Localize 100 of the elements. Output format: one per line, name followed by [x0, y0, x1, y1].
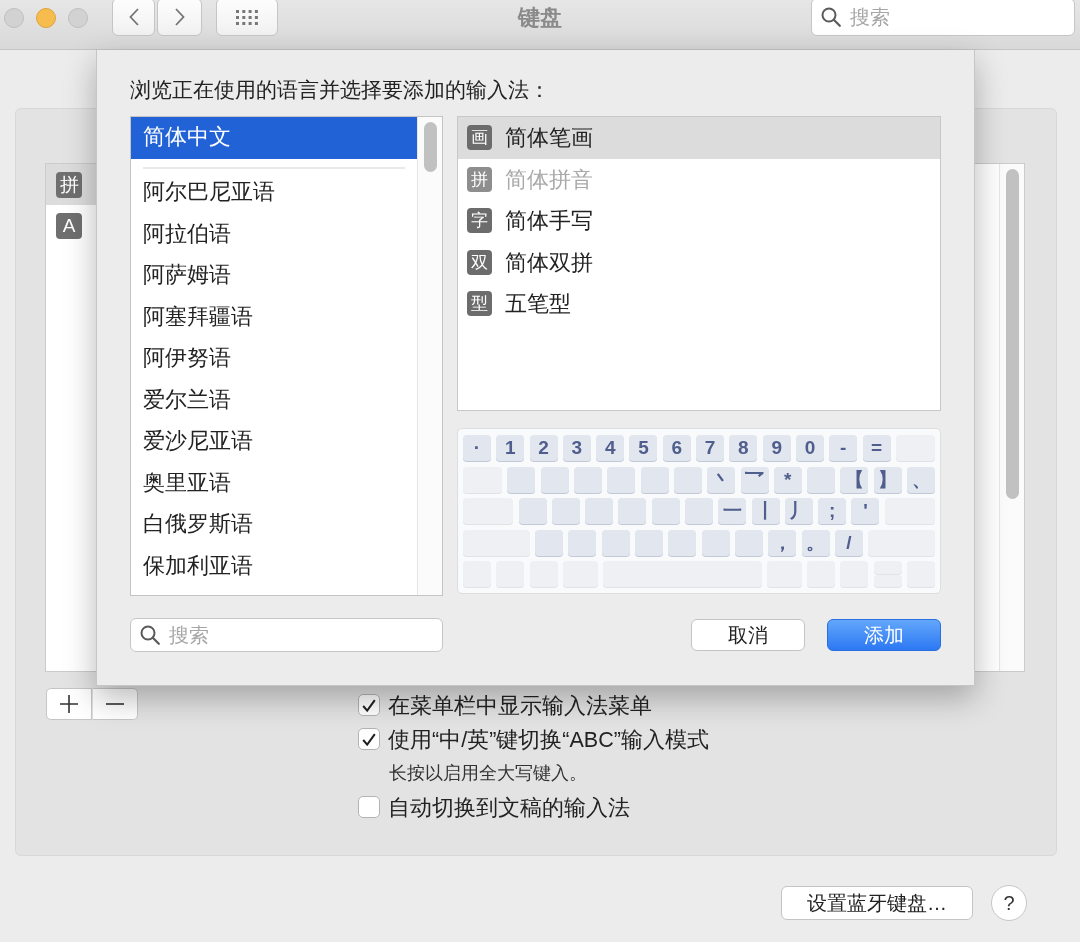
keyboard-key: [907, 561, 935, 587]
keyboard-key: [868, 529, 935, 556]
keyboard-key: 【: [840, 466, 869, 493]
keyboard-key: [668, 529, 697, 556]
chevron-right-icon: [174, 8, 185, 26]
checkmark-icon: [362, 698, 376, 712]
keyboard-key: [640, 466, 669, 493]
language-item[interactable]: 白俄罗斯语: [131, 504, 417, 546]
keyboard-key: [873, 561, 902, 574]
keyboard-key: 一: [718, 498, 747, 524]
minus-icon: [106, 703, 124, 705]
keyboard-key: [585, 498, 614, 524]
language-item[interactable]: 阿拉伯语: [131, 213, 417, 255]
language-item[interactable]: 简体中文: [131, 117, 417, 159]
keyboard-key: [673, 466, 702, 493]
keyboard-key: -: [829, 435, 858, 461]
keyboard-key: [568, 529, 597, 556]
help-button[interactable]: ?: [991, 885, 1027, 921]
keyboard-key: [551, 498, 580, 524]
scrollbar-thumb[interactable]: [1005, 169, 1019, 499]
input-method-item[interactable]: 画 简体笔画: [458, 117, 940, 159]
show-all-button[interactable]: [216, 0, 278, 36]
keyboard-key: 1: [496, 435, 525, 461]
search-field[interactable]: 搜索: [130, 618, 443, 652]
checkbox[interactable]: [358, 796, 380, 818]
keyboard-key: 】: [873, 466, 902, 493]
keyboard-key: 9: [762, 435, 791, 461]
keyboard-key: [463, 529, 530, 556]
keyboard-key: [807, 561, 836, 587]
language-item[interactable]: 阿伊努语: [131, 338, 417, 380]
forward-button[interactable]: [157, 0, 202, 36]
keyboard-key: 5: [629, 435, 658, 461]
keyboard-key: 8: [729, 435, 758, 461]
scrollbar-thumb[interactable]: [423, 122, 437, 172]
keyboard-key: 7: [696, 435, 725, 461]
input-method-badge: 型: [467, 291, 492, 317]
keyboard-key: /: [834, 529, 863, 556]
keyboard-key: [496, 561, 525, 587]
keyboard-key: [766, 561, 802, 587]
input-method-badge: 拼: [467, 166, 492, 192]
keyboard-key: [635, 529, 664, 556]
keyboard-key: 3: [562, 435, 591, 461]
chevron-left-icon: [128, 8, 139, 26]
keyboard-key: [607, 466, 636, 493]
keyboard-key: 丶: [707, 466, 736, 493]
keyboard-key: [540, 466, 569, 493]
close-button[interactable]: [4, 8, 24, 28]
keyboard-key: 4: [596, 435, 625, 461]
keyboard-key: [562, 561, 598, 587]
keyboard-key: [884, 498, 935, 524]
input-source-badge: 拼: [56, 171, 82, 198]
input-source-item[interactable]: A: [46, 205, 130, 246]
input-method-badge: 双: [467, 249, 492, 275]
input-method-item[interactable]: 型 五笔型: [458, 283, 940, 325]
zoom-button[interactable]: [68, 8, 88, 28]
keyboard-key: 丨: [751, 498, 780, 524]
keyboard-key: [601, 529, 630, 556]
search-icon: [821, 7, 841, 27]
back-button[interactable]: [112, 0, 155, 36]
input-method-badge: 字: [467, 208, 492, 234]
keyboard-key: [535, 529, 564, 556]
keyboard-key: ·: [463, 435, 491, 461]
language-item[interactable]: 保加利亚语: [131, 545, 417, 587]
checkbox-label[interactable]: 在菜单栏中显示输入法菜单: [388, 690, 652, 720]
language-item[interactable]: 阿萨姆语: [131, 255, 417, 297]
remove-source-button[interactable]: [92, 688, 138, 720]
plus-icon: [60, 695, 78, 713]
language-item[interactable]: 阿尔巴尼亚语: [131, 172, 417, 214]
language-item[interactable]: 阿塞拜疆语: [131, 296, 417, 338]
keyboard-key: 、: [907, 466, 935, 493]
instruction-text: 浏览正在使用的语言并选择要添加的输入法：: [130, 78, 551, 102]
add-source-button[interactable]: [46, 688, 92, 720]
language-item[interactable]: 爱沙尼亚语: [131, 421, 417, 463]
search-field[interactable]: 搜索: [811, 0, 1075, 36]
minimize-button[interactable]: [36, 8, 56, 28]
keyboard-key: [895, 435, 935, 461]
keyboard-key: [734, 529, 763, 556]
keyboard-key: =: [862, 435, 891, 461]
checkbox[interactable]: [358, 694, 380, 716]
keyboard-key: [463, 498, 514, 524]
checkbox-label[interactable]: 使用“中/英”键切换“ABC”输入模式: [388, 724, 709, 754]
bluetooth-keyboard-button[interactable]: 设置蓝牙键盘…: [781, 886, 973, 920]
keyboard-key: [651, 498, 680, 524]
keyboard-key: [463, 466, 503, 493]
input-source-badge: A: [56, 212, 82, 239]
keyboard-key: 。: [801, 529, 830, 556]
keyboard-key: [574, 466, 603, 493]
checkbox-label[interactable]: 自动切换到文稿的输入法: [388, 792, 630, 822]
language-item[interactable]: 奥里亚语: [131, 462, 417, 504]
keyboard-key: 乛: [740, 466, 769, 493]
input-method-item[interactable]: 字 简体手写: [458, 200, 940, 242]
keyboard-key: 丿: [784, 498, 813, 524]
input-method-item[interactable]: 双 简体双拼: [458, 241, 940, 283]
cancel-button[interactable]: 取消: [691, 619, 805, 651]
keyboard-key: 6: [662, 435, 691, 461]
keyboard-key: [529, 561, 558, 587]
keyboard-key: *: [773, 466, 802, 493]
checkbox[interactable]: [358, 728, 380, 750]
language-item[interactable]: 爱尔兰语: [131, 379, 417, 421]
keyboard-key: [463, 561, 491, 587]
